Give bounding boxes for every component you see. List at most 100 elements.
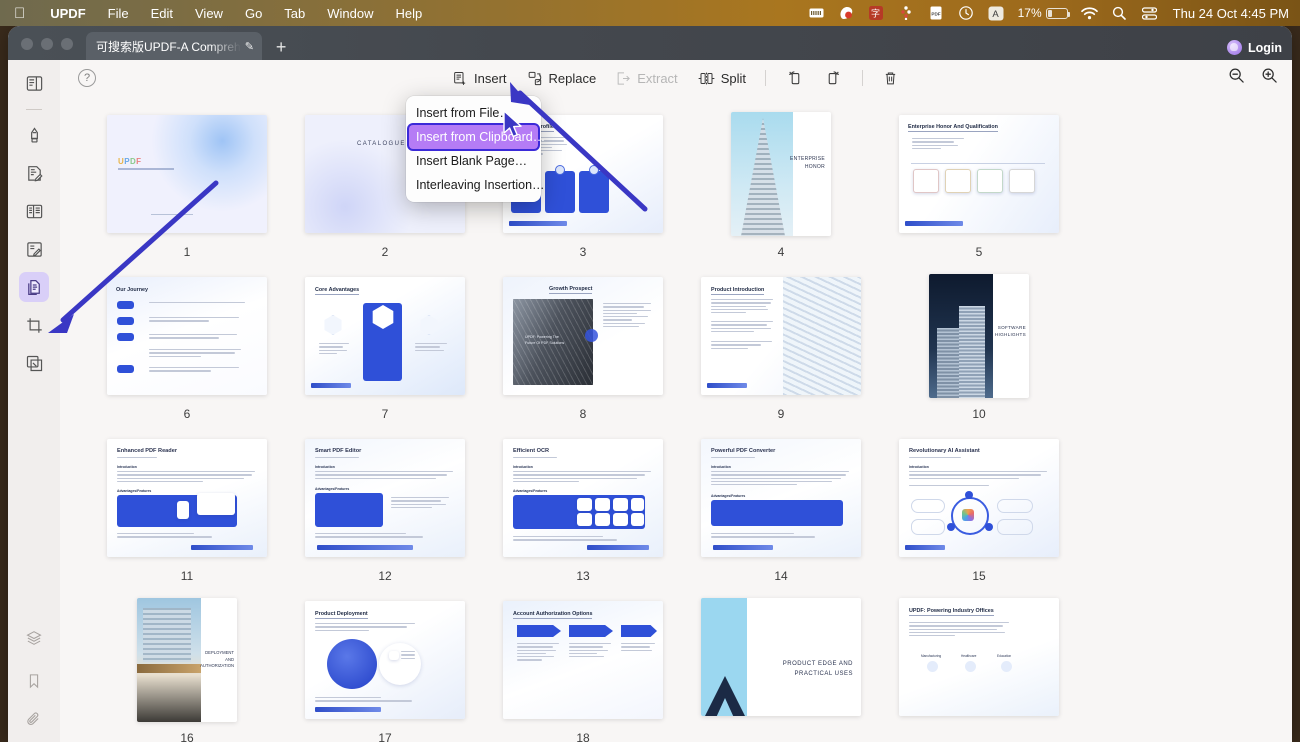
rotate-right-button[interactable]	[816, 66, 851, 90]
svg-text:A: A	[993, 9, 1000, 20]
avatar	[1226, 40, 1242, 55]
extract-button: Extract	[608, 67, 685, 90]
page-thumbnail-item[interactable]: Revolutionary AI Assistant Introduction	[880, 436, 1078, 583]
page-number: 4	[777, 245, 785, 259]
menu-item-go[interactable]: Go	[234, 6, 273, 21]
page-thumbnail-item[interactable]: UPDF 1	[88, 112, 286, 259]
zoom-in-icon[interactable]	[1261, 67, 1278, 89]
login-button[interactable]: Login	[1226, 40, 1282, 55]
close-button[interactable]	[21, 38, 33, 50]
page-number: 5	[975, 245, 983, 259]
toolbar-divider-2	[861, 70, 863, 86]
menu-item-interleaving-insertion[interactable]: Interleaving Insertion…	[406, 173, 545, 197]
page-number: 13	[576, 569, 590, 583]
sidebar-item-form[interactable]	[19, 234, 49, 264]
menu-item-tab[interactable]: Tab	[273, 6, 316, 21]
sidebar-item-organize-pages[interactable]	[19, 272, 49, 302]
page-number: 8	[579, 407, 587, 421]
page-number: 7	[381, 407, 389, 421]
rotate-left-button[interactable]	[777, 66, 812, 90]
page-thumbnail-item[interactable]: Our Journey 6	[88, 274, 286, 421]
document-tab[interactable]: 可搜索版UPDF-A Compreh ✎	[86, 32, 262, 60]
svg-text:PDF: PDF	[932, 12, 941, 17]
window-traffic-lights	[8, 38, 86, 60]
menu-item-edit[interactable]: Edit	[140, 6, 184, 21]
menu-item-insert-blank-page[interactable]: Insert Blank Page…	[406, 149, 541, 173]
window-title-bar: 可搜索版UPDF-A Compreh ✎ + Login	[8, 26, 1292, 60]
page-thumbnail-item[interactable]: DEPLOYMENT AND AUTHORIZATION 16	[88, 598, 286, 742]
pdf-icon[interactable]: PDF	[928, 6, 945, 21]
sidebar-item-ocr[interactable]	[19, 348, 49, 378]
page-thumbnail-grid: UPDF 1 CATALOGUE 2 Profile 3 ENTERPRISE …	[60, 96, 1292, 742]
page-thumbnail-item[interactable]: Account Authorization Options 18	[484, 598, 682, 742]
split-button[interactable]: Split	[690, 67, 754, 90]
sidebar-item-layers[interactable]	[19, 628, 49, 658]
menu-item-help[interactable]: Help	[385, 6, 434, 21]
menu-item-file[interactable]: File	[97, 6, 140, 21]
page-thumbnail-item[interactable]: Enhanced PDF Reader Introduction Advanta…	[88, 436, 286, 583]
spotlight-search-icon[interactable]	[1111, 6, 1128, 21]
pencil-icon[interactable]: ✎	[245, 40, 254, 53]
macos-menu-bar:  UPDF File Edit View Go Tab Window Help…	[0, 0, 1300, 26]
page-thumbnail-item[interactable]: SOFTWARE HIGHLIGHTS 10	[880, 274, 1078, 421]
toolbar-right-group	[1228, 67, 1278, 89]
page-number: 14	[774, 569, 788, 583]
main-panel: ? Insert Replace Extract Split UPDF 1 CA…	[60, 60, 1292, 742]
page-thumbnail-item[interactable]: Product Deployment 17	[286, 598, 484, 742]
maximize-button[interactable]	[61, 38, 73, 50]
menu-item-updf[interactable]: UPDF	[39, 6, 96, 21]
page-number: 3	[579, 245, 587, 259]
page-thumbnail-item[interactable]: Growth Prospect UPDF: Powering The Future…	[484, 274, 682, 421]
mouse-cursor	[503, 110, 522, 138]
svg-text:字: 字	[871, 8, 880, 19]
battery-percent-label: 17%	[1017, 6, 1042, 20]
page-number: 9	[777, 407, 785, 421]
battery-indicator[interactable]: 17%	[1017, 6, 1070, 20]
left-tool-rail	[8, 60, 60, 742]
page-thumbnail-item[interactable]: Powerful PDF Converter Introduction Adva…	[682, 436, 880, 583]
rail-divider	[26, 109, 42, 110]
insert-label: Insert	[474, 70, 507, 86]
question-circle-icon[interactable]: ?	[78, 69, 96, 87]
extract-label: Extract	[637, 70, 678, 86]
app-body: ? Insert Replace Extract Split UPDF 1 CA…	[8, 60, 1292, 742]
sidebar-item-page-layout[interactable]	[19, 196, 49, 226]
sidebar-item-crop[interactable]	[19, 310, 49, 340]
menu-item-view[interactable]: View	[184, 6, 234, 21]
keyboard-icon[interactable]	[808, 6, 825, 21]
delete-page-button[interactable]	[874, 66, 907, 90]
page-thumbnail-item[interactable]: Core Advantages 7	[286, 274, 484, 421]
sidebar-item-reader[interactable]	[19, 68, 49, 98]
replace-button[interactable]: Replace	[519, 67, 605, 90]
page-thumbnail-item[interactable]: PRODUCT EDGE AND PRACTICAL USES	[682, 598, 880, 742]
page-thumbnail-item[interactable]: UPDF: Powering Industry Offices Manufact…	[880, 598, 1078, 742]
toolbar-divider	[764, 70, 766, 86]
page-thumbnail-item[interactable]: Enterprise Honor And Qualification 5	[880, 112, 1078, 259]
page-thumbnail-item[interactable]: ENTERPRISE HONOR 4	[682, 112, 880, 259]
new-tab-button[interactable]: +	[262, 38, 299, 60]
app-icon-red[interactable]	[838, 6, 855, 21]
app-icon-dots[interactable]	[898, 6, 915, 21]
wifi-icon[interactable]	[1080, 6, 1098, 21]
page-thumbnail-item[interactable]: Efficient OCR Introduction Advantages/Fe…	[484, 436, 682, 583]
menu-bar-clock[interactable]: Thu 24 Oct 4:45 PM	[1171, 6, 1289, 21]
sidebar-item-annotate[interactable]	[19, 120, 49, 150]
app-icon-dictionary[interactable]: 字	[868, 6, 885, 21]
page-thumbnail-item[interactable]: Smart PDF Editor Introduction Advantages…	[286, 436, 484, 583]
zoom-out-icon[interactable]	[1228, 67, 1245, 89]
sidebar-item-attachments[interactable]	[19, 704, 49, 734]
minimize-button[interactable]	[41, 38, 53, 50]
menu-item-window[interactable]: Window	[316, 6, 384, 21]
page-number: 17	[378, 731, 392, 742]
clock-icon[interactable]	[958, 6, 975, 21]
input-source-icon[interactable]: A	[988, 6, 1005, 21]
page-thumbnail-area[interactable]: UPDF 1 CATALOGUE 2 Profile 3 ENTERPRISE …	[60, 96, 1292, 742]
apple-icon[interactable]: 	[0, 6, 39, 21]
sidebar-item-bookmarks[interactable]	[19, 666, 49, 696]
control-center-icon[interactable]	[1141, 6, 1158, 21]
sidebar-item-edit-pdf[interactable]	[19, 158, 49, 188]
insert-button[interactable]: Insert	[445, 67, 515, 90]
menu-bar-status-area: 字 PDF A 17% Thu 24 Oct 4:45 PM	[808, 6, 1300, 21]
page-thumbnail-item[interactable]: Product Introduction 9	[682, 274, 880, 421]
page-number: 2	[381, 245, 389, 259]
